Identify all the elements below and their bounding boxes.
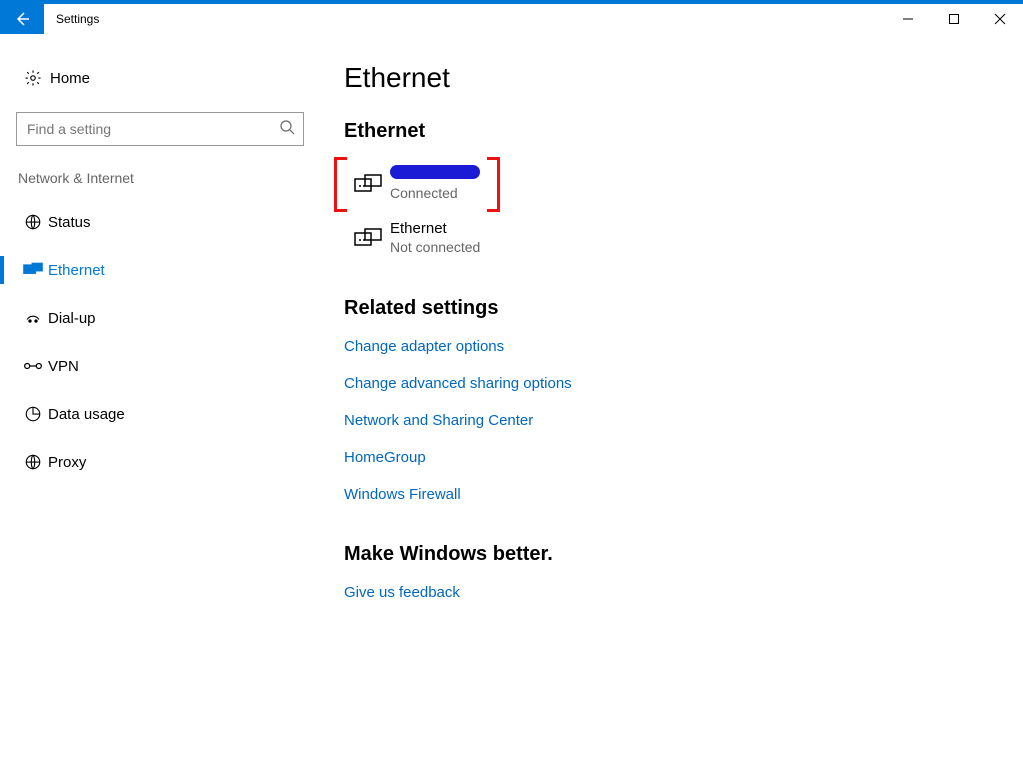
sidebar-item-label: Ethernet xyxy=(48,262,105,279)
section-feedback-header: Make Windows better. xyxy=(344,543,1003,566)
window-title: Settings xyxy=(44,4,99,34)
page-title: Ethernet xyxy=(344,62,1003,94)
link-change-adapter[interactable]: Change adapter options xyxy=(344,338,1003,355)
window-controls xyxy=(885,4,1023,34)
close-button[interactable] xyxy=(977,4,1023,34)
connection-list: Connected Ethernet Not connected xyxy=(344,161,1003,261)
sidebar-item-label: Proxy xyxy=(48,454,86,471)
back-button[interactable] xyxy=(0,4,44,34)
section-related-header: Related settings xyxy=(344,297,1003,320)
sidebar-category: Network & Internet xyxy=(12,170,308,200)
proxy-icon xyxy=(18,453,48,471)
search-icon xyxy=(279,119,295,140)
link-network-sharing-center[interactable]: Network and Sharing Center xyxy=(344,412,1003,429)
link-homegroup[interactable]: HomeGroup xyxy=(344,449,1003,466)
connection-item[interactable]: Ethernet Not connected xyxy=(344,216,648,260)
sidebar-item-ethernet[interactable]: Ethernet xyxy=(12,248,308,292)
dialup-icon xyxy=(18,309,48,327)
annotation-bracket-left xyxy=(334,157,347,212)
vpn-icon xyxy=(18,359,48,373)
link-windows-firewall[interactable]: Windows Firewall xyxy=(344,486,1003,503)
sidebar-home-label: Home xyxy=(48,70,90,87)
sidebar-item-dialup[interactable]: Dial-up xyxy=(12,296,308,340)
sidebar-item-label: VPN xyxy=(48,358,79,375)
related-links: Change adapter options Change advanced s… xyxy=(344,338,1003,503)
maximize-button[interactable] xyxy=(931,4,977,34)
connection-name: Ethernet xyxy=(390,220,480,239)
sidebar-item-datausage[interactable]: Data usage xyxy=(12,392,308,436)
connection-item[interactable]: Connected xyxy=(344,161,648,206)
sidebar: Home Network & Internet Status Ethernet xyxy=(0,34,320,781)
minimize-button[interactable] xyxy=(885,4,931,34)
link-advanced-sharing[interactable]: Change advanced sharing options xyxy=(344,375,1003,392)
connection-name xyxy=(390,165,480,185)
gear-icon xyxy=(18,69,48,87)
titlebar: Settings xyxy=(0,4,1023,34)
data-usage-icon xyxy=(18,405,48,423)
ethernet-icon xyxy=(346,226,390,250)
ethernet-icon xyxy=(346,172,390,196)
sidebar-home[interactable]: Home xyxy=(12,56,308,100)
sidebar-item-status[interactable]: Status xyxy=(12,200,308,244)
sidebar-item-vpn[interactable]: VPN xyxy=(12,344,308,388)
connection-status: Not connected xyxy=(390,239,480,257)
sidebar-item-label: Dial-up xyxy=(48,310,96,327)
redacted-name xyxy=(390,165,480,179)
search-box[interactable] xyxy=(16,112,304,146)
section-connections-header: Ethernet xyxy=(344,120,1003,143)
search-input[interactable] xyxy=(25,120,279,138)
connection-status: Connected xyxy=(390,185,480,203)
status-icon xyxy=(18,213,48,231)
annotation-bracket-right xyxy=(487,157,500,212)
link-feedback[interactable]: Give us feedback xyxy=(344,584,1003,601)
ethernet-icon xyxy=(18,262,48,278)
sidebar-item-label: Status xyxy=(48,214,91,231)
sidebar-item-label: Data usage xyxy=(48,406,125,423)
sidebar-item-proxy[interactable]: Proxy xyxy=(12,440,308,484)
content-pane: Ethernet Ethernet Connected Ethe xyxy=(320,34,1023,781)
